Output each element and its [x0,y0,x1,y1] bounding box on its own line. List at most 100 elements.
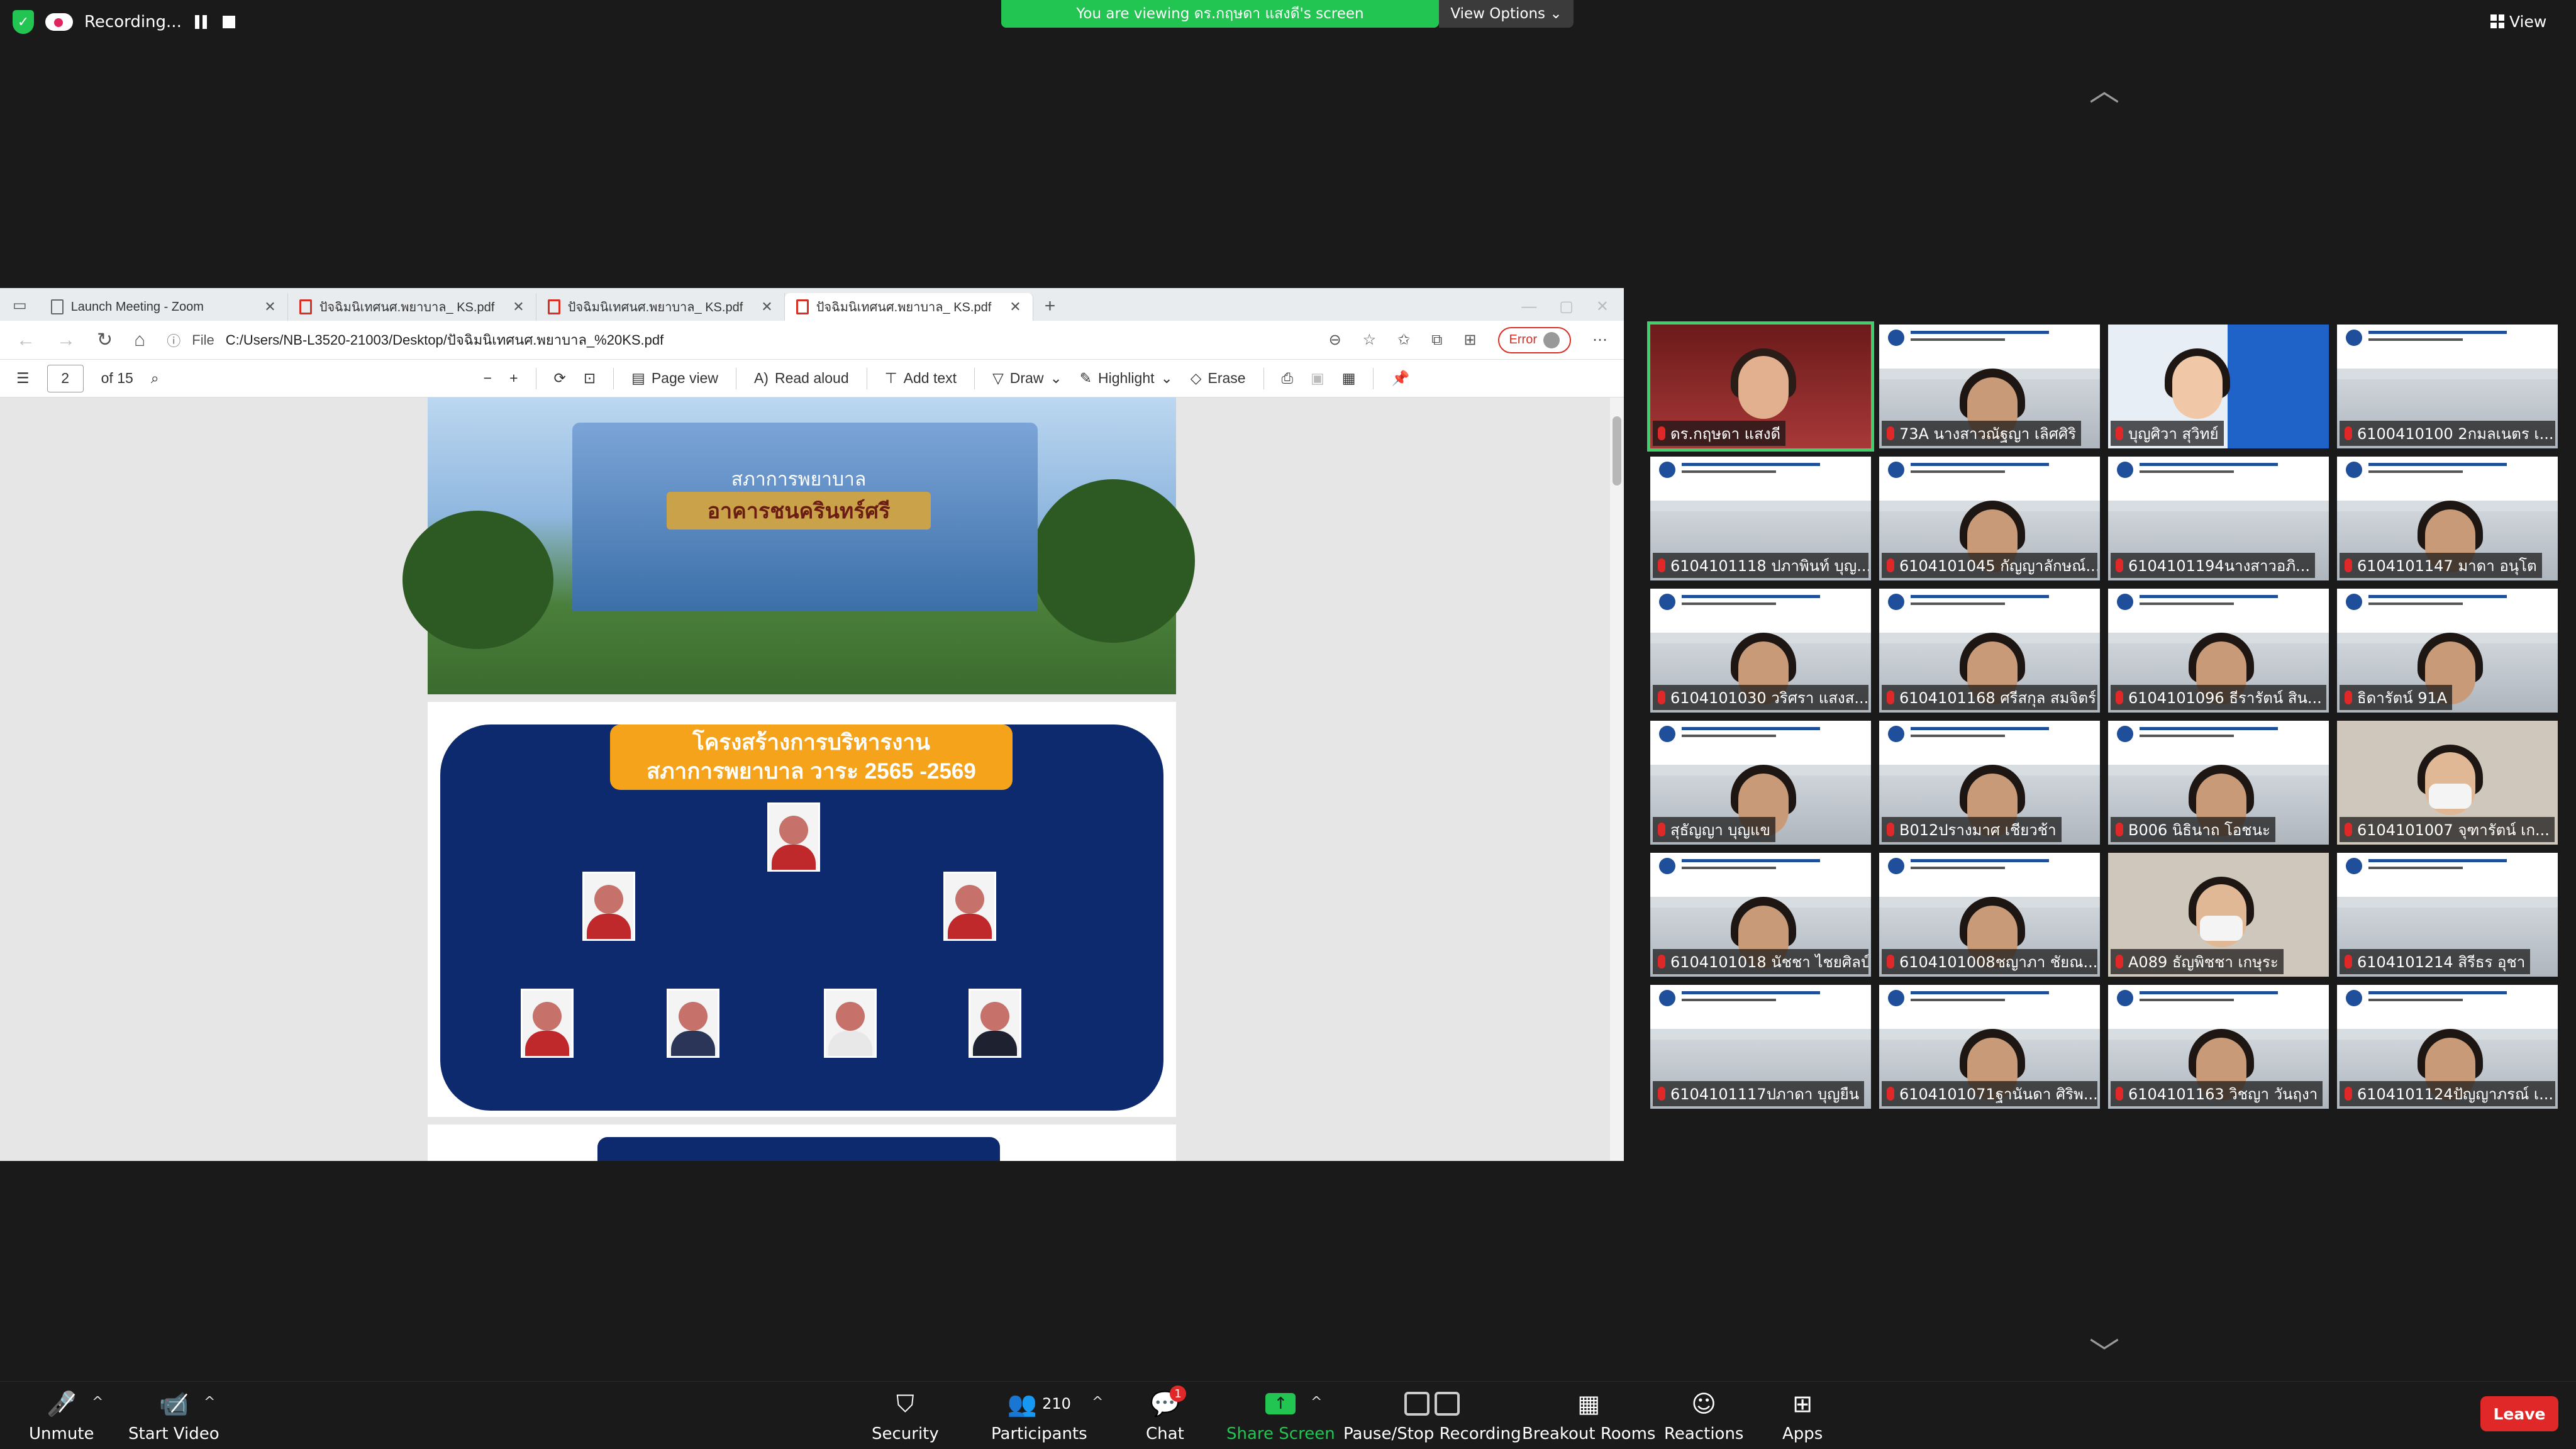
participant-name: B012ปรางมาศ เชียวช้า [1899,821,2057,839]
participant-tile[interactable]: 6104101117ปภาดา บุญยืน [1650,985,1871,1109]
share-options-caret-icon[interactable]: ^ [1311,1394,1322,1410]
participant-tile[interactable]: 6100410100 2กมลเนตร เ... [2337,325,2558,448]
maximize-icon[interactable]: ▢ [1559,297,1574,316]
read-aloud-button[interactable]: A) Read aloud [754,370,849,387]
unmute-label: Unmute [29,1424,94,1443]
close-tab-icon[interactable]: ✕ [1009,299,1021,315]
participant-tile[interactable]: 6104101008ชญาภา ชัยณ... [1879,853,2100,977]
browser-tab[interactable]: Launch Meeting - Zoom ✕ [40,293,288,321]
participant-tile[interactable]: 6104101007 จุฑารัตน์ เก... [2337,721,2558,845]
security-button[interactable]: ⛉ Security [872,1390,939,1444]
participant-tile[interactable]: 6104101045 กัญญาลักษณ์... [1879,457,2100,580]
zoom-icon[interactable]: ⊖ [1329,331,1341,349]
participant-tile[interactable]: 6104101194นางสาวอภิ... [2108,457,2329,580]
save-icon[interactable]: ▣ [1311,370,1324,387]
participant-tile[interactable]: 6104101118 ปภาพินท์ บุญ... [1650,457,1871,580]
participant-tile[interactable]: B012ปรางมาศ เชียวช้า [1879,721,2100,845]
unmute-button[interactable]: 🎤̸ Unmute [29,1390,94,1444]
close-tab-icon[interactable]: ✕ [513,299,524,315]
draw-button[interactable]: ▽ Draw ⌄ [992,370,1062,387]
participant-tile[interactable]: 6104101163 วิชญา วันฤงา [2108,985,2329,1109]
pause-stop-recording-button[interactable]: Pause/Stop Recording [1343,1391,1521,1443]
save-as-icon[interactable]: ▦ [1342,370,1356,387]
participant-tile[interactable]: 6104101030 วริศรา แสงส... [1650,589,1871,713]
close-tab-icon[interactable]: ✕ [264,299,275,315]
pdf-scrollbar[interactable] [1610,397,1624,1161]
page-view-button[interactable]: ▤ Page view [631,370,718,387]
page-total: of 15 [101,370,133,386]
scrollbar-thumb[interactable] [1613,416,1621,486]
view-options-button[interactable]: View Options ⌄ [1439,0,1574,28]
participant-tile[interactable]: 6104101018 นัชชา ไชยศิลป์ [1650,853,1871,977]
refresh-icon[interactable]: ↻ [97,329,113,351]
participant-tile[interactable]: ดร.กฤษดา แสงดี [1647,321,1874,452]
participants-options-caret-icon[interactable]: ^ [1092,1394,1103,1410]
highlight-button[interactable]: ✎ Highlight ⌄ [1080,370,1173,387]
browser-tab[interactable]: ปัจฉิมนิเทศนศ.พยาบาล_ KS.pdf ✕ [536,293,785,321]
erase-button[interactable]: ◇ Erase [1191,370,1246,387]
participant-tile[interactable]: 6104101168 ศรีสกุล สมจิตร์ [1879,589,2100,713]
gallery-prev-page-icon[interactable]: ︿ [2079,65,2129,108]
new-tab-icon[interactable]: + [1045,296,1056,317]
muted-mic-icon [1887,823,1894,836]
favorites-icon[interactable]: ✩ [1397,331,1410,349]
participant-tile[interactable]: B006 นิธินาถ โอชนะ [2108,721,2329,845]
participant-tile[interactable]: 6104101147 มาดา อนุโต [2337,457,2558,580]
fit-page-icon[interactable]: ⊡ [584,370,596,387]
view-options-label: View Options [1450,6,1546,22]
participant-tile[interactable]: 6104101096 ธีรารัตน์ สิน... [2108,589,2329,713]
browser-tab-active[interactable]: ปัจฉิมนิเทศนศ.พยาบาล_ KS.pdf ✕ [784,293,1033,321]
recording-label: Recording... [84,13,182,31]
more-menu-icon[interactable]: ⋯ [1592,331,1607,349]
participant-tile[interactable]: A089 ธัญพิชชา เกษุระ [2108,853,2329,977]
participant-face [1738,356,1789,419]
reactions-button[interactable]: ☺ Reactions [1664,1390,1743,1443]
participant-tile[interactable]: 6104101124ปัญญาภรณ์ เ... [2337,985,2558,1109]
pdf-toolbar: ☰ 2 of 15 ⌕ − + ⟳ ⊡ ▤ Page view A) Read al… [0,360,1624,397]
participants-button[interactable]: 👥 210 Participants [991,1390,1087,1444]
collections-icon[interactable]: ⧉ [1431,331,1442,349]
page-number-input[interactable]: 2 [47,364,84,392]
chat-button[interactable]: 💬 1 Chat [1146,1385,1187,1443]
close-window-icon[interactable]: ✕ [1596,297,1609,316]
zoom-in-icon[interactable]: + [509,370,518,387]
add-text-button[interactable]: ⊤ Add text [885,370,957,387]
close-tab-icon[interactable]: ✕ [761,299,772,315]
contents-icon[interactable]: ☰ [16,370,30,387]
breakout-rooms-button[interactable]: ▦ Breakout Rooms [1522,1390,1655,1443]
gallery-next-page-icon[interactable]: ﹀ [2079,1328,2129,1371]
participant-tile[interactable]: 73A นางสาวณัฐญา เลิศศิริ [1879,325,2100,448]
favorite-add-icon[interactable]: ☆ [1363,331,1377,349]
participant-tile[interactable]: 6104101071ฐานันดา ศิริพ... [1879,985,2100,1109]
zoom-out-icon[interactable]: − [484,370,492,387]
apps-button[interactable]: ⊞ Apps [1782,1390,1823,1443]
pause-recording-icon[interactable] [193,14,209,30]
home-icon[interactable]: ⌂ [134,330,145,351]
participant-tile[interactable]: สุธัญญา บุญแข [1650,721,1871,845]
print-icon[interactable]: ⎙ [1282,370,1293,387]
forward-icon[interactable]: → [57,330,75,351]
stop-recording-icon[interactable] [221,14,237,30]
extensions-icon[interactable]: ⊞ [1463,331,1476,349]
minimize-icon[interactable]: — [1521,298,1536,316]
audio-options-caret-icon[interactable]: ^ [92,1394,103,1410]
participant-tile[interactable]: บุญศิวา สุวิทย์ [2108,325,2329,448]
pin-toolbar-icon[interactable]: 📌 [1391,370,1409,387]
participant-name-tag: 6104101007 จุฑารัตน์ เก... [2340,817,2555,842]
rotate-icon[interactable]: ⟳ [554,370,566,387]
video-options-caret-icon[interactable]: ^ [204,1394,215,1410]
back-icon[interactable]: ← [16,330,35,351]
leave-button[interactable]: Leave [2480,1396,2558,1431]
tree-graphic [402,511,553,649]
view-button[interactable]: View [2490,9,2546,34]
find-icon[interactable]: ⌕ [151,370,159,387]
org-member-photo [943,872,996,941]
participant-name: 6104101124ปัญญาภรณ์ เ... [2357,1085,2553,1103]
browser-tab[interactable]: ปัจฉิมนิเทศนศ.พยาบาล_ KS.pdf ✕ [288,293,536,321]
participant-tile[interactable]: ธิดารัตน์ 91A [2337,589,2558,713]
tab-actions-icon[interactable]: ▭ [13,296,27,314]
pdf-viewport[interactable]: สภาการพยาบาล อาคารชนครินทร์ศรี โครงสร้าง… [0,397,1610,1161]
participant-tile[interactable]: 6104101214 สิรีธร อุชา [2337,853,2558,977]
profile-error-button[interactable]: Error [1497,326,1571,353]
url-field[interactable]: ⓘ File C:/Users/NB-L3520-21003/Desktop/ป… [167,329,1307,351]
